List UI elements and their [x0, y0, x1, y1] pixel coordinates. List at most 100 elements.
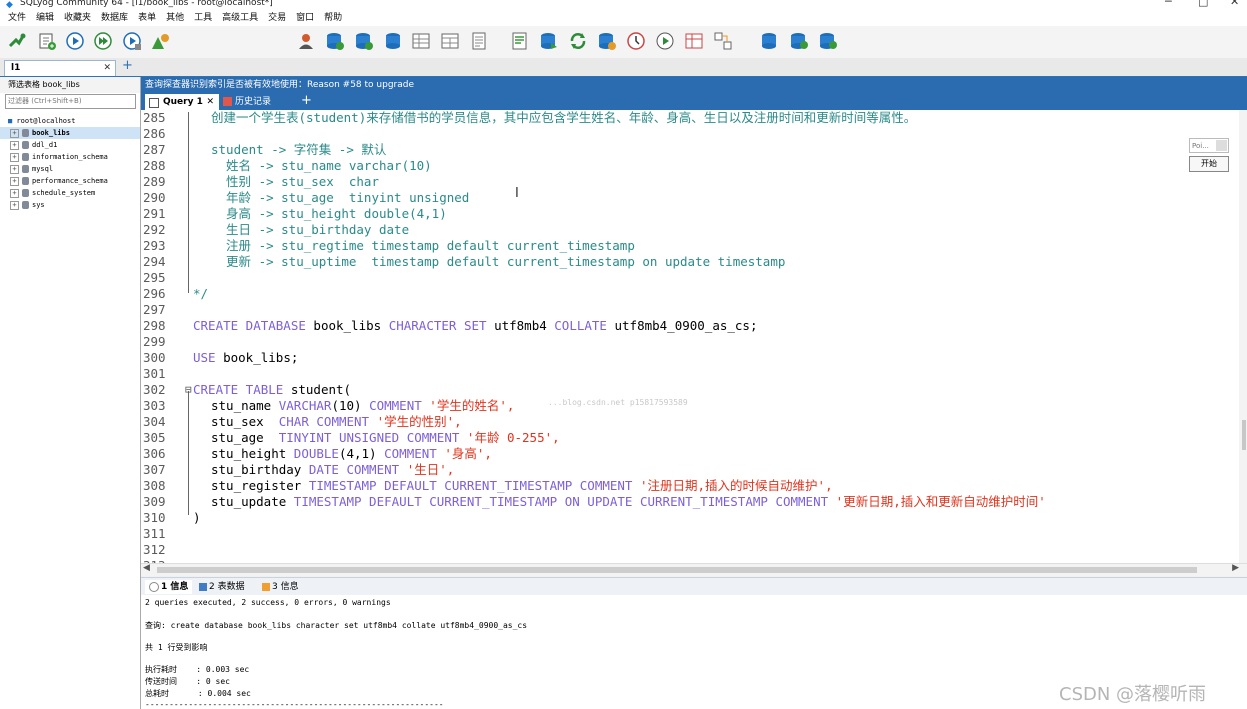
schema-icon[interactable]: [510, 31, 530, 51]
code-line: 301: [141, 366, 1239, 382]
user-manager-icon[interactable]: [150, 31, 170, 51]
sql-keyword: COMMENT: [316, 414, 370, 429]
line-number: 294: [143, 254, 166, 269]
menu-advanced-tools[interactable]: 高级工具: [217, 10, 263, 26]
code-text: stu_register TIMESTAMP DEFAULT CURRENT_T…: [211, 478, 833, 494]
tab-info-3[interactable]: 3 信息: [262, 580, 299, 594]
upgrade-info-bar[interactable]: 查询探查器识别索引是否被有效地使用：Reason #58 to upgrade: [141, 77, 1247, 93]
tree-root[interactable]: ■ root@localhost: [0, 115, 140, 127]
create-table-icon[interactable]: [354, 31, 374, 51]
maximize-button[interactable]: □: [1198, 0, 1208, 7]
sync-icon[interactable]: [568, 31, 588, 51]
query-tabs: Query 1 ✕ 历史记录 +: [141, 93, 1247, 110]
menu-other[interactable]: 其他: [161, 10, 189, 26]
tree-item-sys[interactable]: + sys: [0, 199, 140, 211]
tab-query-1[interactable]: Query 1 ✕: [145, 94, 219, 110]
sql-editor[interactable]: 285 创建一个学生表(student)来存储借书的学员信息，其中应包含学生姓名、…: [141, 110, 1239, 563]
tree-item-mysql[interactable]: + mysql: [0, 163, 140, 175]
code-line: 294 更新 -> stu_uptime timestamp default c…: [141, 254, 1239, 270]
add-connection-button[interactable]: +: [122, 58, 133, 73]
find-options-icon[interactable]: [1216, 140, 1227, 151]
menu-table[interactable]: 表单: [133, 10, 161, 26]
tree-item-information-schema[interactable]: + information_schema: [0, 151, 140, 163]
line-number: 290: [143, 190, 166, 205]
line-number: 306: [143, 446, 166, 461]
execute-icon[interactable]: [65, 31, 85, 51]
horizontal-scroll-thumb[interactable]: [157, 567, 1197, 573]
code-text: USE book_libs;: [193, 350, 298, 366]
db-green-icon[interactable]: [789, 31, 809, 51]
tree-item-schedule-system[interactable]: + schedule_system: [0, 187, 140, 199]
menu-favorites[interactable]: 收藏夹: [59, 10, 96, 26]
refresh-icon[interactable]: [655, 31, 675, 51]
execute-all-icon[interactable]: [93, 31, 113, 51]
find-input[interactable]: Poi...: [1189, 138, 1229, 153]
connection-tabs: l1 ✕ +: [0, 58, 1247, 77]
user-icon[interactable]: [296, 31, 316, 51]
menu-tools[interactable]: 工具: [189, 10, 217, 26]
sql-keyword: CREATE DATABASE: [193, 318, 306, 333]
grid-icon[interactable]: [411, 31, 431, 51]
db-icon[interactable]: [383, 31, 403, 51]
new-query-icon[interactable]: [37, 31, 57, 51]
scroll-left-icon[interactable]: ◀: [143, 563, 150, 573]
sql-icon[interactable]: [713, 31, 733, 51]
sql-keyword: COMMENT: [775, 494, 829, 509]
fold-toggle-icon[interactable]: ⊟: [185, 382, 192, 398]
code-line: 291 身高 -> stu_height double(4,1): [141, 206, 1239, 222]
vertical-scroll-thumb[interactable]: [1242, 420, 1246, 450]
create-db-icon[interactable]: [325, 31, 345, 51]
add-query-tab-button[interactable]: +: [301, 93, 312, 109]
tree-item-performance-schema[interactable]: + performance_schema: [0, 175, 140, 187]
minimize-button[interactable]: ─: [1165, 0, 1172, 7]
close-button[interactable]: ✕: [1230, 0, 1239, 7]
expand-icon[interactable]: +: [10, 188, 19, 198]
tab-table-data[interactable]: 2 表数据: [199, 580, 245, 594]
copy-db-icon[interactable]: [539, 31, 559, 51]
line-number: 303: [143, 398, 166, 413]
tree-item-ddl-d1[interactable]: + ddl_d1: [0, 139, 140, 151]
menu-database[interactable]: 数据库: [96, 10, 133, 26]
tab-info-1[interactable]: 1 信息: [145, 580, 193, 594]
sql-identifier: student(: [290, 382, 352, 397]
database-icon: [22, 177, 29, 185]
db-green2-icon[interactable]: [818, 31, 838, 51]
expand-icon[interactable]: +: [10, 200, 19, 210]
code-line: 298 CREATE DATABASE book_libs CHARACTER S…: [141, 318, 1239, 334]
tab-history[interactable]: 历史记录: [223, 94, 271, 110]
menu-help[interactable]: 帮助: [319, 10, 347, 26]
filter-input[interactable]: 过滤器 (Ctrl+Shift+B): [5, 94, 136, 109]
execute-edit-icon[interactable]: [122, 31, 142, 51]
expand-icon[interactable]: +: [10, 140, 19, 150]
schedule-icon[interactable]: [626, 31, 646, 51]
connect-icon[interactable]: [7, 31, 27, 51]
menu-edit[interactable]: 编辑: [31, 10, 59, 26]
close-icon[interactable]: ✕: [103, 61, 111, 75]
editor-vertical-scrollbar[interactable]: [1239, 110, 1247, 575]
line-number: 308: [143, 478, 166, 493]
tree-item-book-libs[interactable]: + book_libs: [0, 127, 140, 139]
menu-window[interactable]: 窗口: [291, 10, 319, 26]
line-number: 292: [143, 222, 166, 237]
expand-icon[interactable]: +: [10, 128, 19, 138]
import-icon[interactable]: [684, 31, 704, 51]
tab-history-label: 历史记录: [235, 97, 272, 107]
code-line: 288 姓名 -> stu_name varchar(10): [141, 158, 1239, 174]
scroll-right-icon[interactable]: ▶: [1232, 563, 1239, 573]
editor-horizontal-scrollbar[interactable]: ◀ ▶: [141, 563, 1247, 576]
line-number: 296: [143, 286, 166, 301]
backup-icon[interactable]: [597, 31, 617, 51]
migration-icon[interactable]: [759, 31, 779, 51]
close-icon[interactable]: ✕: [206, 94, 214, 110]
menu-transaction[interactable]: 交易: [263, 10, 291, 26]
sql-args: (4,1): [338, 446, 377, 461]
expand-icon[interactable]: +: [10, 152, 19, 162]
menu-file[interactable]: 文件: [0, 10, 31, 26]
start-button[interactable]: 开始: [1189, 156, 1229, 172]
expand-icon[interactable]: +: [10, 176, 19, 186]
text-icon[interactable]: [469, 31, 489, 51]
sql-keyword: TIMESTAMP DEFAULT CURRENT_TIMESTAMP: [308, 478, 573, 493]
expand-icon[interactable]: +: [10, 164, 19, 174]
connection-tab[interactable]: l1 ✕: [4, 60, 116, 76]
form-icon[interactable]: [440, 31, 460, 51]
